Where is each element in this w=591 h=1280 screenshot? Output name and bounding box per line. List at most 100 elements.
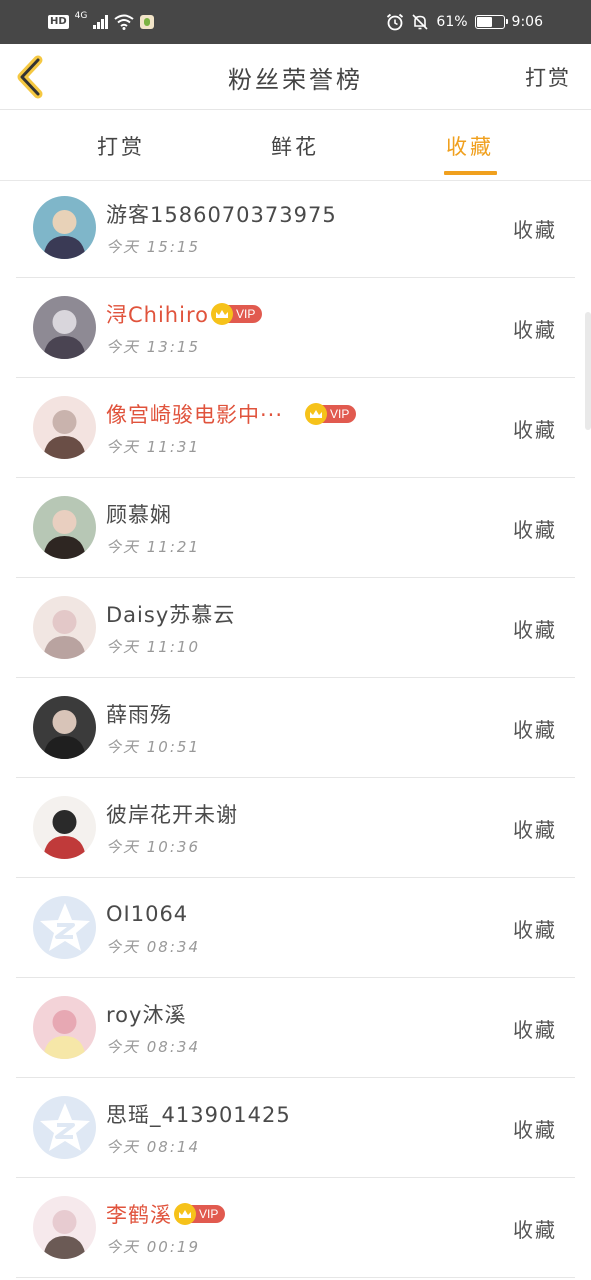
avatar[interactable] <box>33 996 96 1059</box>
tab-bar: 打赏 鲜花 收藏 <box>0 111 591 181</box>
name-line: 像宫崎骏电影中··· VIP <box>106 399 357 429</box>
alarm-icon <box>387 13 404 31</box>
wifi-icon <box>114 14 134 30</box>
timestamp: 今天 08:14 <box>106 1138 200 1156</box>
tab-favorites[interactable]: 收藏 <box>446 131 494 161</box>
name-line: 浔Chihiro VIP <box>106 299 263 329</box>
network-type: 4G <box>74 11 88 21</box>
list-item[interactable]: 浔Chihiro VIP 今天 13:15 收藏 <box>0 278 591 378</box>
name-line: Daisy苏慕云 <box>106 599 235 629</box>
user-name[interactable]: 像宫崎骏电影中··· <box>106 399 283 429</box>
timestamp: 今天 08:34 <box>106 1038 200 1056</box>
list-item[interactable]: roy沐溪 今天 08:34 收藏 <box>0 978 591 1078</box>
name-line: 彼岸花开未谢 <box>106 799 238 829</box>
active-tab-indicator <box>444 171 497 175</box>
list-item[interactable]: OI1064 今天 08:34 收藏 <box>0 878 591 978</box>
user-photo-icon <box>33 796 96 859</box>
vip-badge: VIP <box>210 303 263 325</box>
user-photo-icon <box>33 496 96 559</box>
battery-percent: 61% <box>436 14 468 30</box>
timestamp: 今天 11:31 <box>106 438 200 456</box>
user-photo-icon <box>33 996 96 1059</box>
name-line: roy沐溪 <box>106 999 186 1029</box>
avatar[interactable] <box>33 596 96 659</box>
user-photo-icon <box>33 396 96 459</box>
list-item[interactable]: 顾慕娴今天 11:21 收藏 <box>0 478 591 578</box>
avatar[interactable] <box>33 296 96 359</box>
user-name[interactable]: 顾慕娴 <box>106 499 172 529</box>
user-photo-icon <box>33 1196 96 1259</box>
name-line: 李鹤溪 VIP <box>106 1199 226 1229</box>
action-label: 收藏 <box>513 418 557 442</box>
reward-button[interactable]: 打赏 <box>525 62 571 92</box>
user-name[interactable]: 浔Chihiro <box>106 299 209 329</box>
action-label: 收藏 <box>513 618 557 642</box>
avatar[interactable] <box>33 1096 96 1159</box>
action-label: 收藏 <box>513 218 557 242</box>
avatar[interactable] <box>33 396 96 459</box>
app-notification-icon <box>140 15 155 29</box>
list-item[interactable]: 李鹤溪 VIP 今天 00:19 收藏 <box>0 1178 591 1278</box>
user-name[interactable]: 薛雨殇 <box>106 699 172 729</box>
title-bar: 粉丝荣誉榜 打赏 <box>0 44 591 110</box>
user-name[interactable]: 李鹤溪 <box>106 1199 172 1229</box>
name-line: 顾慕娴 <box>106 499 172 529</box>
vip-badge: VIP <box>174 1203 226 1225</box>
action-label: 收藏 <box>513 1218 557 1242</box>
user-name[interactable]: 彼岸花开未谢 <box>106 799 238 829</box>
user-photo-icon <box>33 296 96 359</box>
timestamp: 今天 15:15 <box>106 238 200 256</box>
timestamp: 今天 08:34 <box>106 938 200 956</box>
avatar[interactable] <box>33 896 96 959</box>
timestamp: 今天 11:21 <box>106 538 200 556</box>
user-name[interactable]: 游客1586070373975 <box>106 199 337 229</box>
tab-flowers[interactable]: 鲜花 <box>271 131 319 161</box>
tab-reward[interactable]: 打赏 <box>97 131 145 161</box>
action-label: 收藏 <box>513 318 557 342</box>
avatar[interactable] <box>33 196 96 259</box>
status-bar: HD 4G 61% 9:06 <box>0 0 591 44</box>
user-name[interactable]: OI1064 <box>106 902 188 926</box>
action-label: 收藏 <box>513 718 557 742</box>
timestamp: 今天 10:36 <box>106 838 200 856</box>
default-avatar-star-icon <box>39 902 90 951</box>
list-item[interactable]: 思瑶_413901425 今天 08:14 收藏 <box>0 1078 591 1178</box>
battery-icon <box>474 15 508 29</box>
list-item[interactable]: Daisy苏慕云今天 11:10 收藏 <box>0 578 591 678</box>
user-photo-icon <box>33 696 96 759</box>
signal-icon <box>93 15 109 29</box>
timestamp: 今天 00:19 <box>106 1238 200 1256</box>
action-label: 收藏 <box>513 518 557 542</box>
page-title: 粉丝荣誉榜 <box>228 66 363 94</box>
crown-icon <box>174 1203 196 1225</box>
hd-badge: HD <box>48 15 69 29</box>
name-line: 薛雨殇 <box>106 699 172 729</box>
avatar[interactable] <box>33 1196 96 1259</box>
user-name[interactable]: roy沐溪 <box>106 999 186 1029</box>
list-item[interactable]: 像宫崎骏电影中··· VIP 今天 11:31 收藏 <box>0 378 591 478</box>
timestamp: 今天 13:15 <box>106 338 200 356</box>
user-photo-icon <box>33 196 96 259</box>
user-name[interactable]: Daisy苏慕云 <box>106 599 235 629</box>
default-avatar-star-icon <box>39 1102 90 1151</box>
avatar[interactable] <box>33 696 96 759</box>
list-item[interactable]: 薛雨殇今天 10:51 收藏 <box>0 678 591 778</box>
list-item[interactable]: 彼岸花开未谢 今天 10:36 收藏 <box>0 778 591 878</box>
crown-icon <box>210 303 233 325</box>
list-item[interactable]: 游客1586070373975 今天 15:15 收藏 <box>0 178 591 278</box>
avatar[interactable] <box>33 496 96 559</box>
timestamp: 今天 10:51 <box>106 738 200 756</box>
scrollbar[interactable] <box>585 312 591 430</box>
mute-bell-icon <box>412 14 428 30</box>
vip-badge: VIP <box>305 403 357 425</box>
name-line: 思瑶_413901425 <box>106 1099 291 1129</box>
avatar[interactable] <box>33 796 96 859</box>
user-photo-icon <box>33 596 96 659</box>
action-label: 收藏 <box>513 1118 557 1142</box>
timestamp: 今天 11:10 <box>106 638 200 656</box>
name-line: OI1064 <box>106 899 188 929</box>
fan-list: 游客1586070373975 今天 15:15 收藏 浔Chihiro VIP 今天 1… <box>0 178 591 1278</box>
user-name[interactable]: 思瑶_413901425 <box>106 1099 291 1129</box>
crown-icon <box>305 403 328 425</box>
clock: 9:06 <box>511 14 543 30</box>
